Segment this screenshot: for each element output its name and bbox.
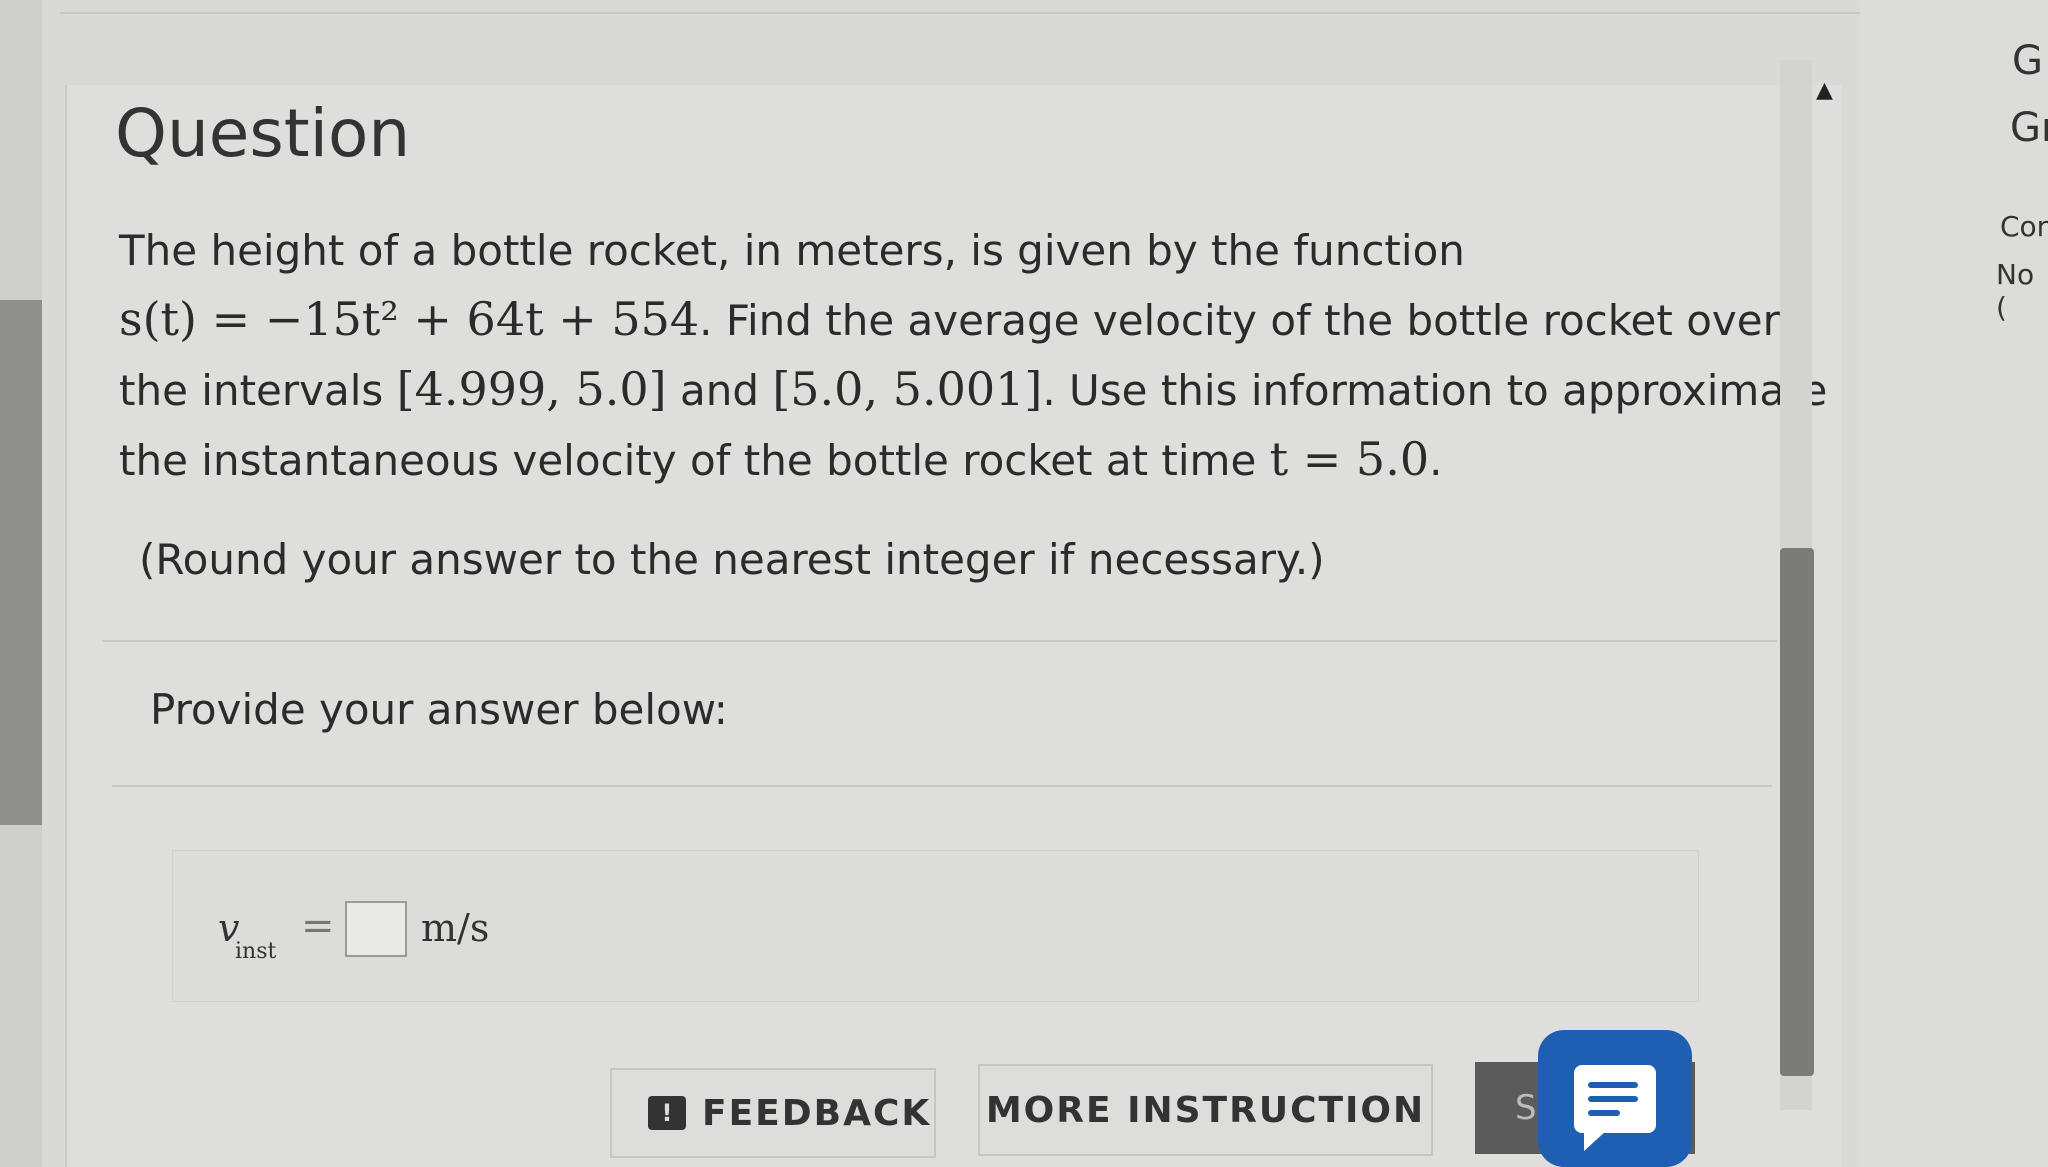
interval-2: [5.0, 5.001] [772, 362, 1043, 416]
prompt-text: the instantaneous velocity of the bottle… [119, 436, 1270, 485]
feedback-label: FEEDBACK [702, 1092, 932, 1134]
top-divider [60, 12, 1860, 14]
prompt-line-3: the intervals [4.999, 5.0] and [5.0, 5.0… [119, 355, 1827, 425]
side-label-con: Con [2000, 210, 2048, 243]
prompt-text: . Find the average velocity of the bottl… [699, 296, 1780, 345]
answer-area: v inst = m/s [172, 850, 1699, 1002]
prompt-line-4: the instantaneous velocity of the bottle… [119, 425, 1819, 495]
time-value: t = 5.0 [1269, 432, 1430, 486]
interval-1: [4.999, 5.0] [396, 362, 667, 416]
answer-heading: Provide your answer below: [150, 685, 728, 734]
equals-sign: = [301, 903, 335, 949]
question-panel: Question The height of a bottle rocket, … [65, 85, 1842, 1167]
scrollbar-thumb[interactable] [1780, 548, 1814, 1076]
side-heading-1: G [2012, 38, 2043, 84]
divider [112, 785, 1772, 787]
question-prompt: The height of a bottle rocket, in meters… [119, 217, 1827, 495]
side-panel: G Gr Con No ( [1860, 0, 2048, 1167]
submit-label: S [1515, 1088, 1537, 1128]
side-label-no: No ( [1996, 258, 2035, 324]
rounding-note: (Round your answer to the nearest intege… [139, 535, 1325, 584]
scroll-up-icon[interactable]: ▲ [1816, 78, 1833, 103]
prompt-text: . [1429, 436, 1443, 485]
question-title: Question [115, 95, 411, 172]
chat-button[interactable] [1538, 1030, 1692, 1167]
feedback-icon: ! [648, 1096, 686, 1130]
prompt-text: the intervals [119, 366, 397, 415]
prompt-text: and [666, 366, 773, 415]
left-scroll-indicator [0, 300, 42, 825]
prompt-text: The height of a bottle rocket, in meters… [119, 226, 1465, 275]
more-instruction-button[interactable]: MORE INSTRUCTION [978, 1064, 1433, 1156]
more-instruction-label: MORE INSTRUCTION [985, 1089, 1426, 1131]
velocity-subscript: inst [235, 939, 277, 964]
prompt-line-2: s(t) = −15t² + 64t + 554. Find the avera… [119, 285, 1819, 355]
feedback-button[interactable]: ! FEEDBACK [610, 1068, 936, 1158]
prompt-line-1: The height of a bottle rocket, in meters… [119, 217, 1819, 285]
unit-label: m/s [421, 906, 490, 950]
divider [102, 640, 1777, 642]
side-heading-2: Gr [2010, 105, 2048, 151]
function-formula: s(t) = −15t² + 64t + 554 [119, 292, 700, 346]
prompt-text: . Use this information to approximate [1042, 366, 1828, 415]
answer-input[interactable] [345, 901, 407, 957]
chat-icon [1574, 1064, 1656, 1151]
